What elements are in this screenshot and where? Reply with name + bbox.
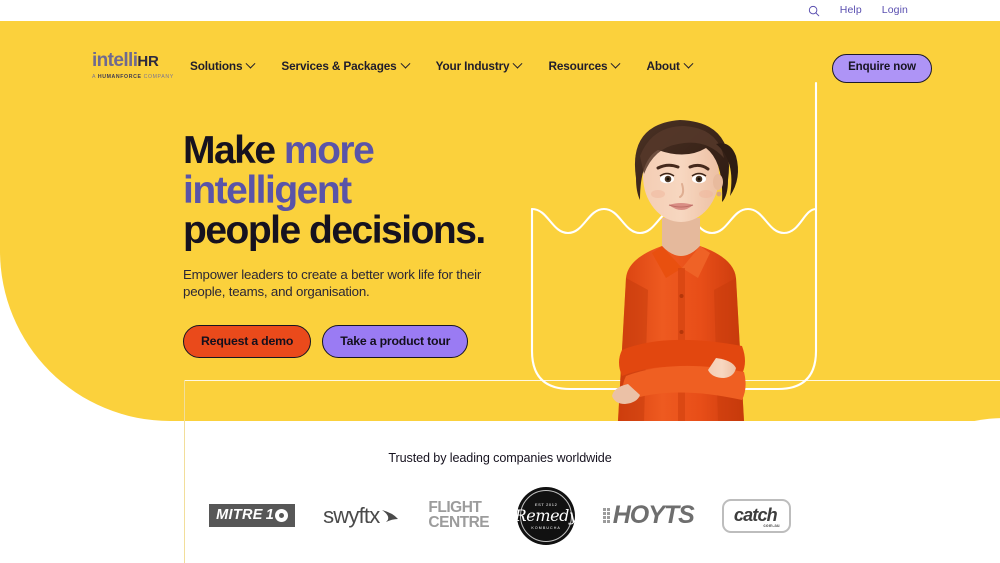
remedy-est-text: EST 2012 bbox=[534, 501, 558, 507]
request-demo-button[interactable]: Request a demo bbox=[183, 324, 312, 359]
nav-item-your-industry[interactable]: Your Industry bbox=[435, 58, 523, 73]
catch-subtext: com.au bbox=[763, 523, 780, 529]
nav-label: Resources bbox=[548, 59, 608, 73]
brand-logo-mitre-10: MITRE 1 bbox=[209, 503, 296, 528]
chevron-down-icon bbox=[611, 58, 621, 69]
brand-logo-remedy: EST 2012 Remedy KOMBUCHA bbox=[514, 486, 578, 545]
nav-item-resources[interactable]: Resources bbox=[548, 58, 621, 73]
logo-hr-text: HR bbox=[137, 53, 159, 70]
remedy-subtext: KOMBUCHA bbox=[531, 525, 561, 530]
mitre10-wordmark: MITRE 1 bbox=[209, 503, 296, 528]
mitre10-text: MITRE bbox=[216, 506, 263, 523]
enquire-now-button[interactable]: Enquire now bbox=[832, 54, 932, 83]
swyftx-wordmark: swyftx bbox=[323, 502, 400, 528]
page-root: Help Login intelliHR A HUMANFORCE COMPAN… bbox=[0, 0, 1000, 563]
headline-line1-plain: Make bbox=[183, 129, 284, 172]
mitre10-zero-icon bbox=[275, 508, 289, 522]
nav-label: Solutions bbox=[190, 59, 243, 73]
trusted-by-title: Trusted by leading companies worldwide bbox=[388, 451, 612, 465]
hero-subtitle: Empower leaders to create a better work … bbox=[183, 267, 482, 299]
headline-line1-accent: more bbox=[283, 129, 375, 172]
remedy-badge: EST 2012 Remedy KOMBUCHA bbox=[514, 486, 578, 545]
swyftx-arrow-icon bbox=[382, 509, 399, 522]
headline-line3-plain: people decisions. bbox=[183, 208, 486, 252]
logo-tagline: A HUMANFORCE COMPANY bbox=[92, 74, 212, 80]
hero-cta-row: Request a demo Take a product tour bbox=[183, 324, 513, 359]
primary-nav: Solutions Services & Packages Your Indus… bbox=[190, 58, 694, 73]
client-logo-row: MITRE 1 swyftx FLIGHT CENTRE EST 2012 Re… bbox=[0, 486, 1000, 546]
trusted-by-section: Trusted by leading companies worldwide M… bbox=[0, 452, 1000, 546]
nav-item-solutions[interactable]: Solutions bbox=[190, 58, 256, 73]
chevron-down-icon bbox=[683, 58, 694, 69]
nav-item-services-packages[interactable]: Services & Packages bbox=[281, 58, 411, 73]
brand-logo-flight-centre: FLIGHT CENTRE bbox=[428, 500, 490, 531]
nav-label: Services & Packages bbox=[281, 59, 397, 73]
search-icon[interactable] bbox=[808, 5, 820, 17]
catch-text: catch bbox=[733, 504, 778, 525]
utility-bar: Help Login bbox=[0, 0, 1000, 21]
logo-tagline-bold: HUMANFORCE bbox=[97, 74, 142, 80]
flight-centre-line2: CENTRE bbox=[428, 513, 490, 531]
help-link[interactable]: Help bbox=[840, 5, 862, 16]
catch-badge: catch com.au bbox=[721, 498, 791, 533]
product-tour-button[interactable]: Take a product tour bbox=[322, 324, 469, 359]
remedy-wordmark: Remedy bbox=[514, 505, 578, 525]
brand-logo-swyftx: swyftx bbox=[323, 502, 400, 528]
brand-logo-catch: catch com.au bbox=[721, 498, 791, 533]
headline-line2-accent: intelligent bbox=[183, 168, 352, 212]
hoyts-text: HOYTS bbox=[612, 501, 695, 530]
hero-content: Make more intelligent people decisions. … bbox=[183, 131, 513, 359]
flight-centre-wordmark: FLIGHT CENTRE bbox=[428, 500, 490, 531]
page-title: Make more intelligent people decisions. bbox=[183, 131, 513, 250]
hoyts-dots-icon bbox=[603, 508, 610, 523]
chevron-down-icon bbox=[245, 58, 256, 69]
hero-portrait-image bbox=[612, 120, 746, 421]
logo-intelli-text: intelli bbox=[92, 50, 138, 71]
brand-logo-hoyts: HOYTS bbox=[603, 501, 695, 530]
nav-item-about[interactable]: About bbox=[646, 58, 694, 73]
logo-tagline-suffix: COMPANY bbox=[141, 74, 174, 80]
swyftx-text: swyftx bbox=[323, 502, 380, 528]
nav-label: About bbox=[646, 59, 680, 73]
mitre10-number: 1 bbox=[265, 506, 289, 523]
nav-label: Your Industry bbox=[435, 59, 510, 73]
login-link[interactable]: Login bbox=[882, 5, 908, 16]
hoyts-wordmark: HOYTS bbox=[603, 501, 695, 530]
site-header: intelliHR A HUMANFORCE COMPANY Solutions… bbox=[0, 21, 1000, 83]
chevron-down-icon bbox=[400, 58, 411, 69]
mitre10-one: 1 bbox=[265, 506, 275, 523]
chevron-down-icon bbox=[513, 58, 523, 69]
